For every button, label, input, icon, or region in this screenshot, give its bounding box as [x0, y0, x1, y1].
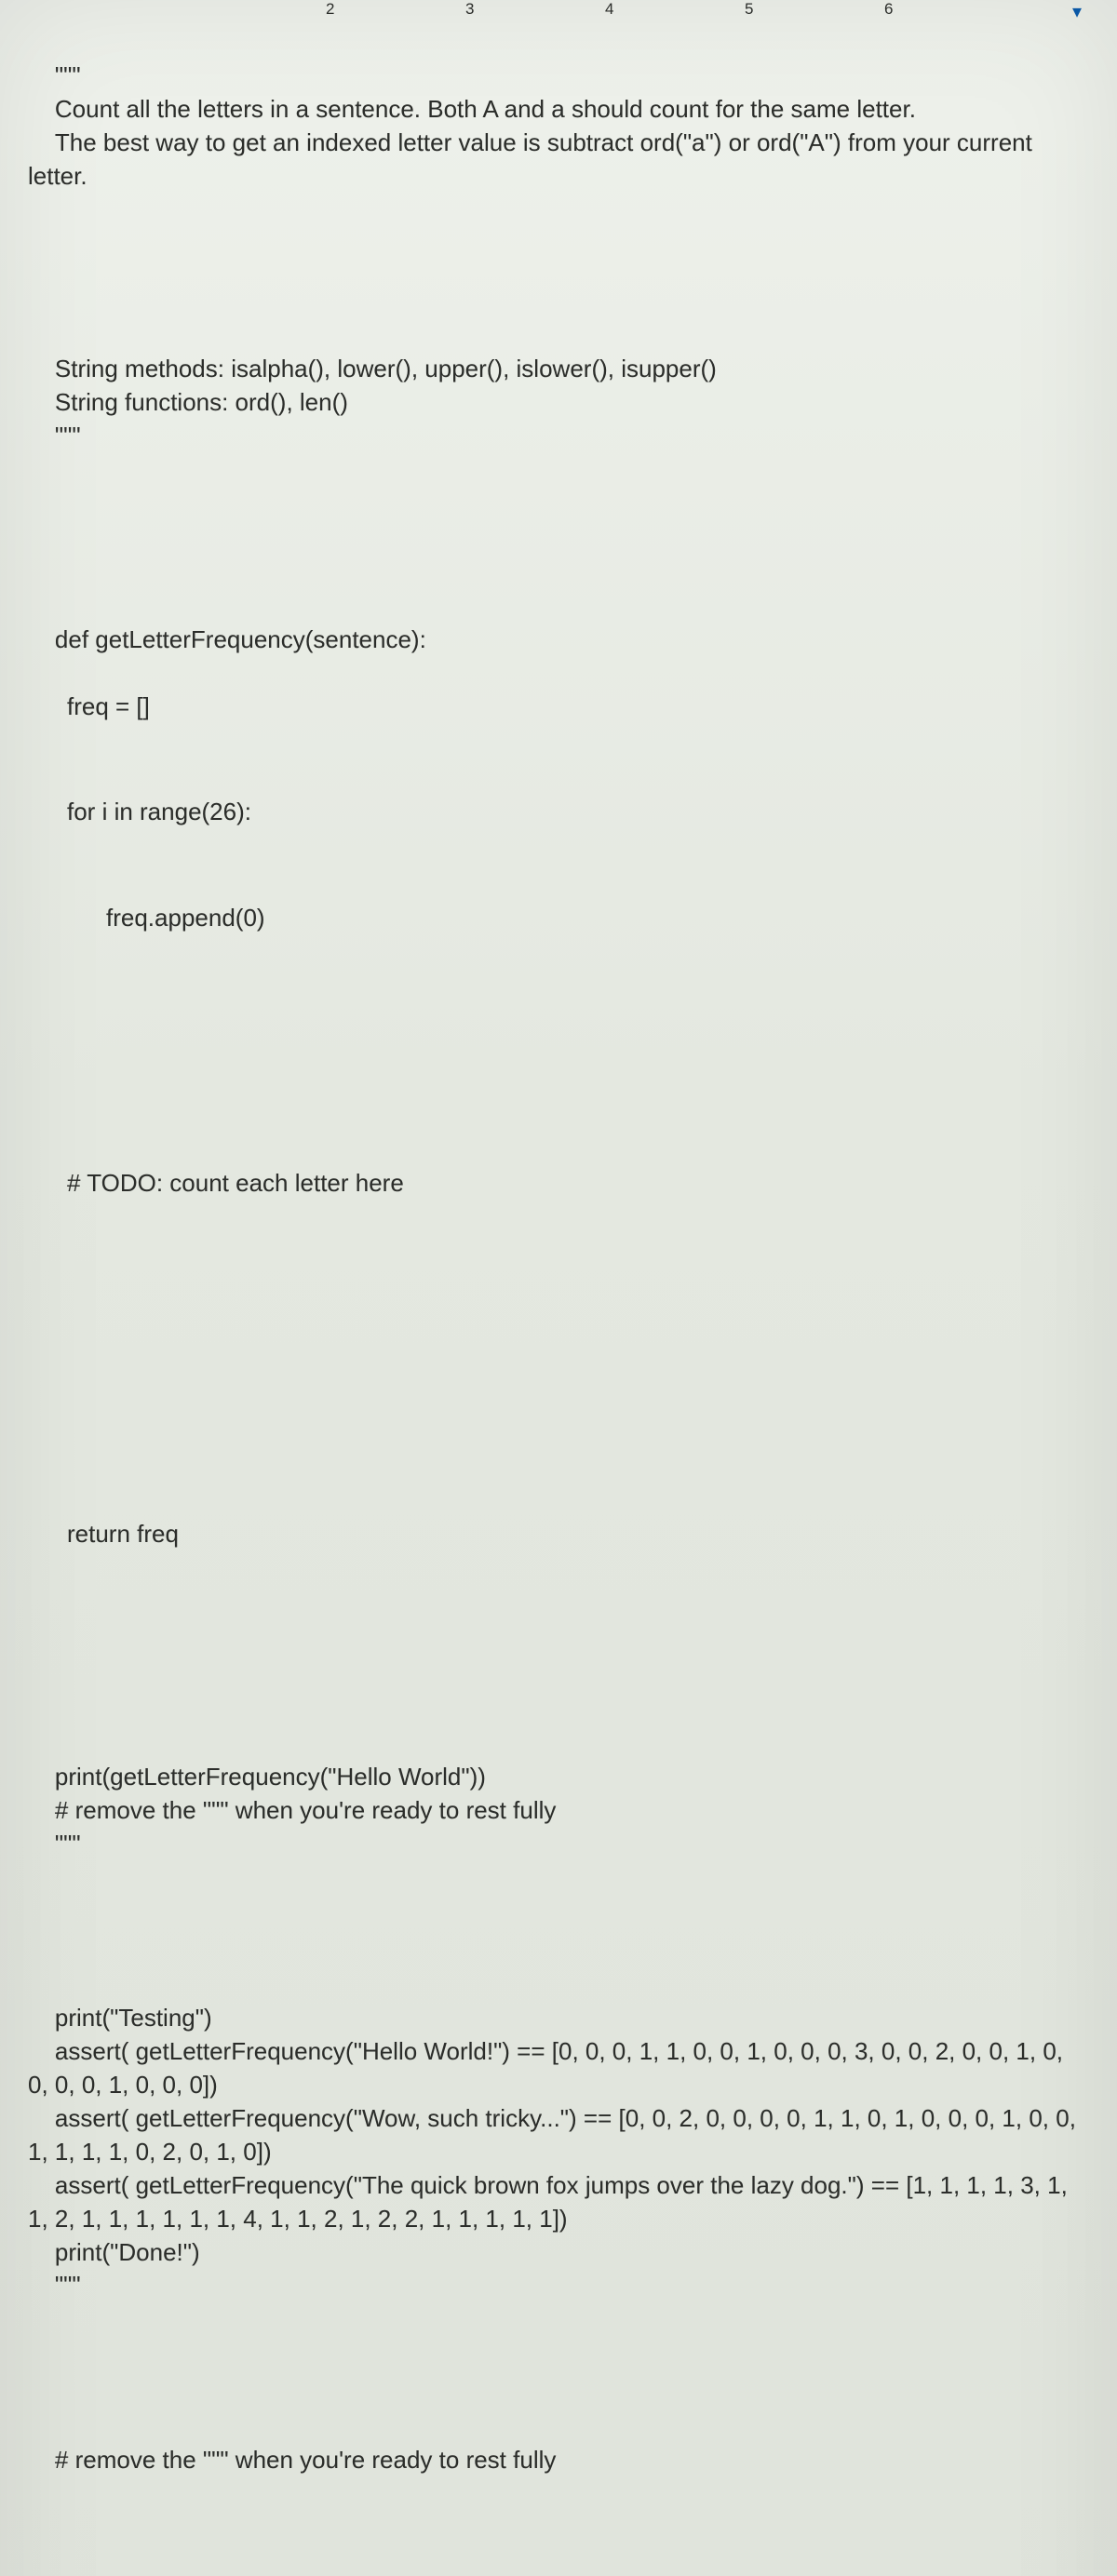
docstring-close: """	[55, 422, 81, 449]
print-done: print("Done!")	[55, 2238, 200, 2266]
docstring-open: """	[55, 61, 81, 89]
code-append: freq.append(0)	[28, 902, 1089, 935]
remove-hint: # remove the """ when you're ready to re…	[55, 2446, 556, 2474]
ruler-mark: 6	[884, 0, 893, 19]
code-freq-init: freq = []	[28, 691, 1089, 724]
ruler-mark: 2	[326, 0, 334, 19]
ruler-mark: 5	[745, 0, 753, 19]
triple-quote: """	[55, 1830, 81, 1858]
ruler-mark: 3	[465, 0, 474, 19]
print-call: print(getLetterFrequency("Hello World"))	[55, 1763, 486, 1791]
code-return: return freq	[28, 1518, 1089, 1551]
code-def: def getLetterFrequency(sentence):	[55, 625, 426, 653]
expected-output-heading: Expected Output	[28, 2569, 1089, 2576]
assert-2: assert( getLetterFrequency("Wow, such tr…	[28, 2104, 1083, 2166]
page: 2 3 4 5 6 ▾ """ Count all the letters in…	[0, 0, 1117, 2576]
ruler-arrow-icon[interactable]: ▾	[1072, 0, 1082, 23]
code-todo: # TODO: count each letter here	[28, 1167, 1089, 1201]
ruler: 2 3 4 5 6 ▾	[28, 0, 1089, 22]
assert-3: assert( getLetterFrequency("The quick br…	[28, 2171, 1074, 2233]
string-functions-hint: String functions: ord(), len()	[55, 388, 348, 416]
assert-1: assert( getLetterFrequency("Hello World!…	[28, 2037, 1070, 2099]
editor-content[interactable]: """ Count all the letters in a sentence.…	[28, 26, 1089, 2576]
ruler-mark: 4	[605, 0, 613, 19]
print-testing: print("Testing")	[55, 2004, 212, 2032]
code-for: for i in range(26):	[28, 796, 1089, 829]
triple-quote: """	[55, 2271, 81, 2299]
intro-line: Count all the letters in a sentence. Bot…	[55, 95, 916, 123]
remove-hint: # remove the """ when you're ready to re…	[55, 1796, 556, 1824]
string-methods-hint: String methods: isalpha(), lower(), uppe…	[55, 355, 717, 382]
intro-line: The best way to get an indexed letter va…	[28, 128, 1039, 190]
